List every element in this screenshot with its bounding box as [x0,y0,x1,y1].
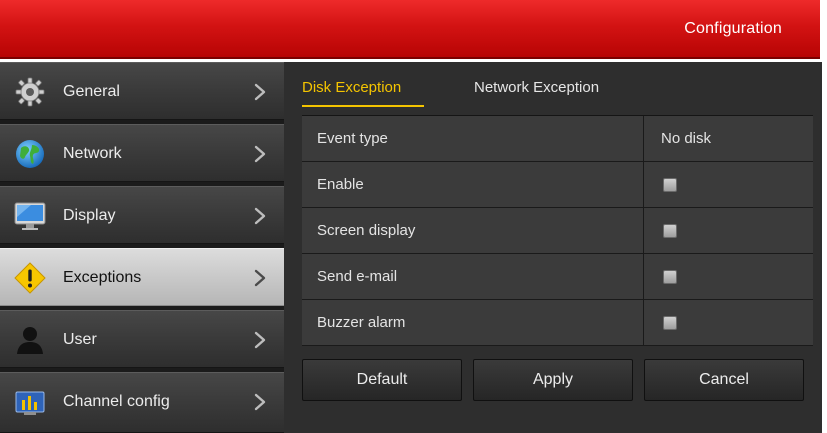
sidebar-item-label: Exceptions [63,269,142,286]
globe-icon [13,137,47,171]
row-label-cell: Send e-mail [302,254,644,299]
buzzer-alarm-checkbox[interactable] [663,316,677,330]
row-label-cell: Event type [302,116,644,161]
send-email-checkbox[interactable] [663,270,677,284]
sidebar-item-exceptions[interactable]: Exceptions [0,248,284,306]
monitor-icon [13,199,47,233]
row-buzzer-alarm: Buzzer alarm [302,300,813,346]
row-send-email: Send e-mail [302,254,813,300]
row-label: Screen display [317,222,416,239]
tab-disk-exception[interactable]: Disk Exception [302,79,424,107]
sidebar-item-channel-config[interactable]: Channel config [0,372,284,433]
row-value-cell [645,162,813,207]
sidebar-item-label: General [63,83,120,100]
row-value-cell [645,300,813,345]
apply-button[interactable]: Apply [473,359,633,401]
gear-icon [13,75,47,109]
chevron-right-icon [254,145,266,163]
row-value-cell [645,208,813,253]
row-label-cell: Screen display [302,208,644,253]
event-type-value: No disk [661,130,712,147]
chevron-right-icon [254,269,266,287]
active-tab-underline [302,105,424,107]
title-bar: Configuration [0,0,820,59]
row-enable: Enable [302,162,813,208]
chevron-right-icon [254,207,266,225]
tab-label: Disk Exception [302,79,402,96]
user-icon [13,323,47,357]
row-label: Enable [317,176,364,193]
exception-settings-table: Event type No disk Enable Screen display [302,115,813,346]
sidebar-item-user[interactable]: User [0,310,284,368]
sidebar-item-label: Network [63,145,122,162]
chevron-right-icon [254,331,266,349]
row-label-cell: Enable [302,162,644,207]
row-screen-display: Screen display [302,208,813,254]
sidebar-item-display[interactable]: Display [0,186,284,244]
row-label: Send e-mail [317,268,398,285]
enable-checkbox[interactable] [663,178,677,192]
screen-display-checkbox[interactable] [663,224,677,238]
cancel-button[interactable]: Cancel [644,359,804,401]
sidebar-item-label: Display [63,207,116,224]
event-type-select[interactable]: No disk [645,116,813,161]
row-label: Buzzer alarm [317,314,406,331]
sidebar-item-label: Channel config [63,393,170,410]
row-value-cell [645,254,813,299]
chevron-right-icon [254,393,266,411]
row-label-cell: Buzzer alarm [302,300,644,345]
tab-network-exception[interactable]: Network Exception [474,79,599,96]
sidebar-item-network[interactable]: Network [0,124,284,182]
channel-config-icon [13,385,47,419]
chevron-right-icon [254,83,266,101]
sidebar: General Network Display Exceptions User … [0,62,284,433]
sidebar-item-general[interactable]: General [0,62,284,120]
row-label: Event type [317,130,388,147]
warning-icon [13,261,47,295]
sidebar-item-label: User [63,331,97,348]
tab-label: Network Exception [474,79,600,96]
row-event-type: Event type No disk [302,116,813,162]
default-button[interactable]: Default [302,359,462,401]
main-panel: Disk Exception Network Exception Event t… [284,62,822,433]
app-window: Configuration General Network Display Ex… [0,0,827,433]
window-title: Configuration [684,20,782,37]
